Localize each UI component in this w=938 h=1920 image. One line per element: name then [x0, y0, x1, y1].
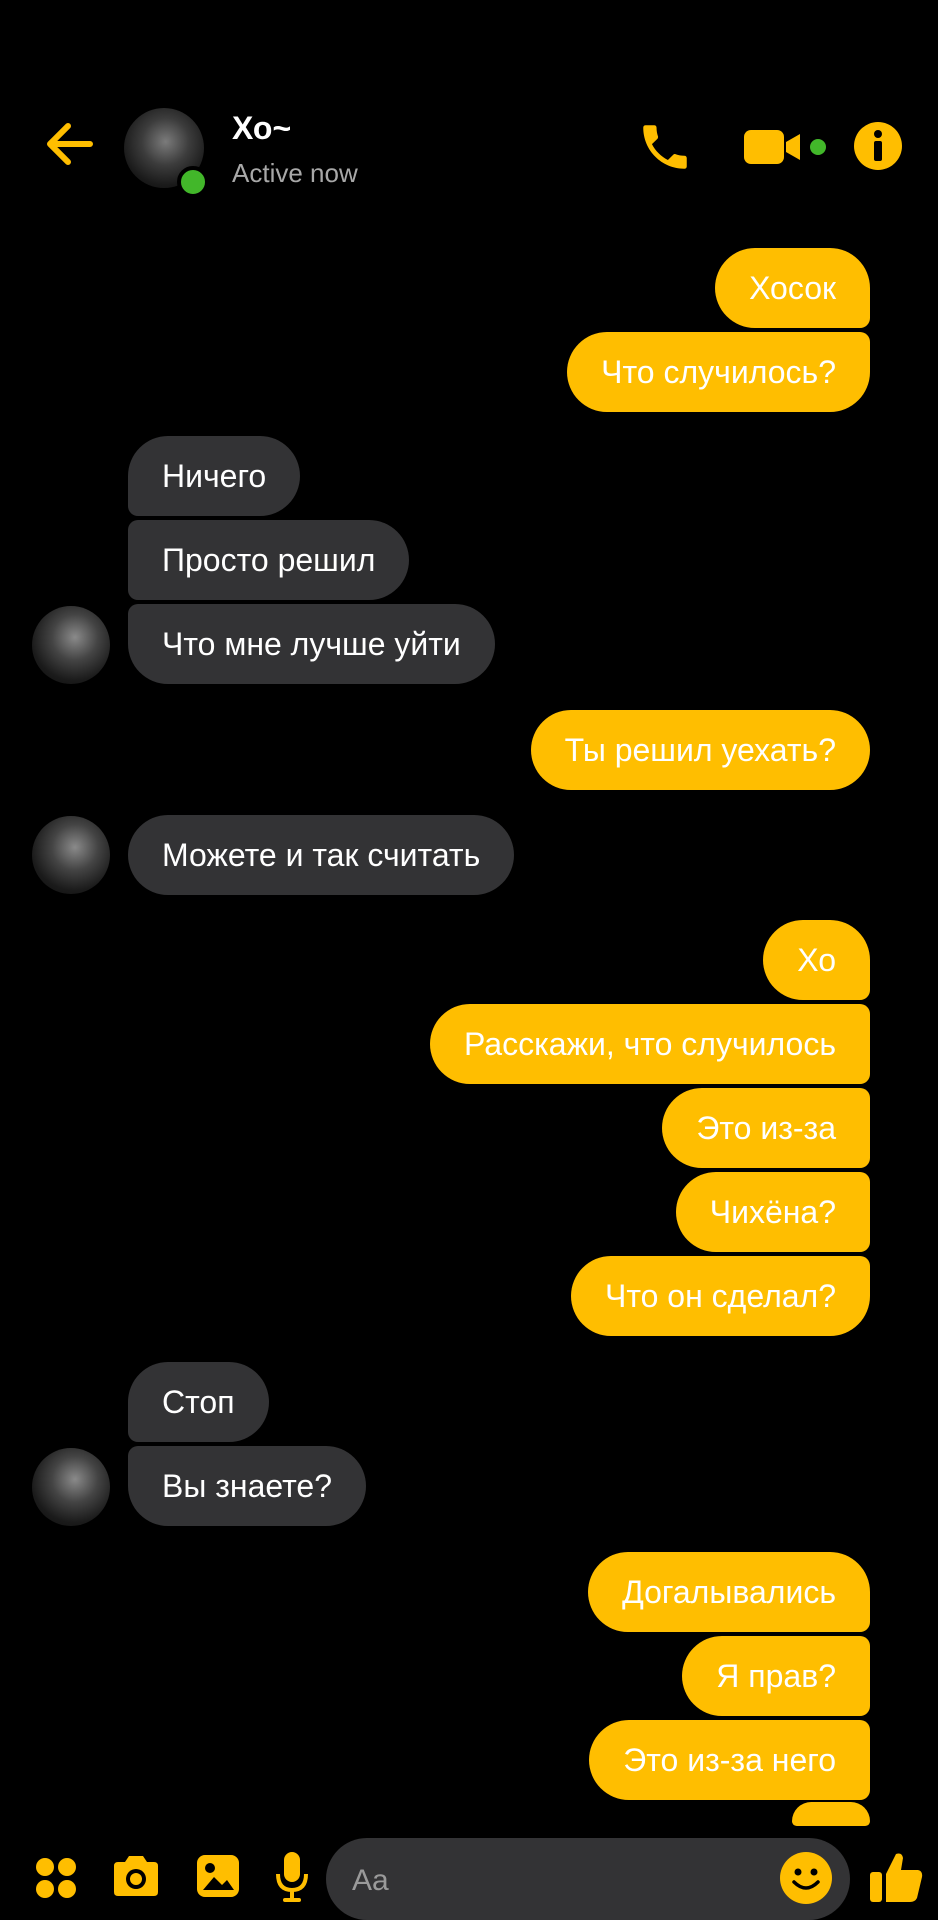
chat-header: Хо~ Active now — [0, 0, 938, 230]
incoming-message[interactable]: Вы знаете? — [128, 1446, 366, 1526]
outgoing-message[interactable]: Догалывались — [588, 1552, 870, 1632]
apps-icon[interactable] — [34, 1856, 78, 1900]
outgoing-message[interactable]: Хо — [763, 920, 870, 1000]
contact-name[interactable]: Хо~ — [232, 110, 291, 147]
video-camera-icon[interactable] — [742, 124, 830, 170]
outgoing-message[interactable]: Что случилось? — [567, 332, 870, 412]
gallery-icon[interactable] — [194, 1852, 242, 1900]
contact-status: Active now — [232, 158, 358, 188]
message-input[interactable] — [350, 1858, 774, 1904]
camera-icon[interactable] — [110, 1852, 162, 1900]
contact-avatar-small[interactable] — [32, 606, 110, 684]
incoming-message[interactable]: Просто решил — [128, 520, 410, 600]
microphone-icon[interactable] — [274, 1850, 310, 1904]
back-arrow-icon[interactable] — [38, 112, 102, 176]
outgoing-message[interactable]: Хосок — [715, 248, 870, 328]
contact-avatar-small[interactable] — [32, 816, 110, 894]
outgoing-message[interactable]: Это из-за — [662, 1088, 870, 1168]
thumbs-up-icon[interactable] — [866, 1846, 926, 1906]
contact-avatar-small[interactable] — [32, 1448, 110, 1526]
outgoing-message[interactable]: Чихёна? — [675, 1172, 870, 1252]
info-icon[interactable] — [852, 120, 904, 172]
outgoing-message[interactable]: Это из-за него — [589, 1720, 870, 1800]
outgoing-message-partial — [792, 1802, 870, 1826]
outgoing-message[interactable]: Расскажи, что случилось — [429, 1004, 870, 1084]
incoming-message[interactable]: Стоп — [128, 1362, 269, 1442]
incoming-message[interactable]: Можете и так считать — [128, 815, 515, 895]
incoming-message[interactable]: Что мне лучше уйти — [128, 604, 495, 684]
emoji-icon[interactable] — [778, 1850, 834, 1906]
outgoing-message[interactable]: Ты решил уехать? — [530, 710, 870, 790]
phone-icon[interactable] — [636, 118, 694, 176]
online-indicator — [177, 166, 209, 198]
outgoing-message[interactable]: Что он сделал? — [570, 1256, 870, 1336]
incoming-message[interactable]: Ничего — [128, 436, 301, 516]
outgoing-message[interactable]: Я прав? — [682, 1636, 870, 1716]
